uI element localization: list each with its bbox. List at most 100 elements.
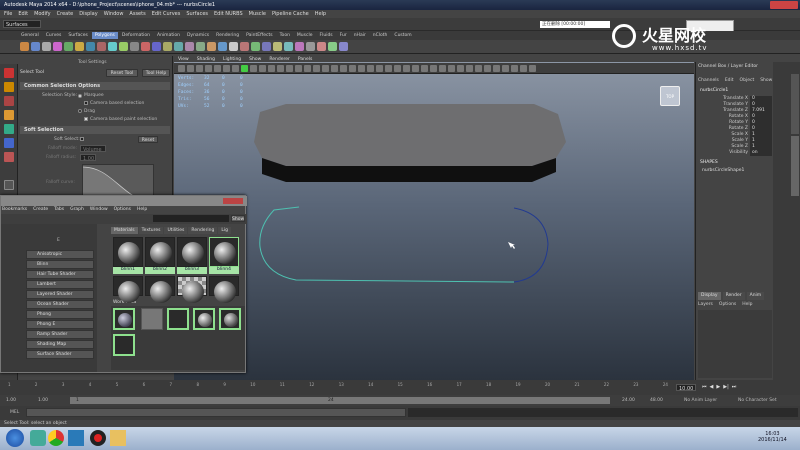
menu-file[interactable]: File [4,11,12,17]
viewport-tool-icon[interactable] [259,65,266,72]
viewport-tool-icon[interactable] [178,65,185,72]
channel-menu-edit[interactable]: Edit [725,78,734,85]
viewport-tool-icon[interactable] [295,65,302,72]
menu-create[interactable]: Create [57,11,74,17]
layer-tab-display[interactable]: Display [698,292,721,300]
shelf-tool-icon[interactable] [317,42,326,51]
shelf-tool-icon[interactable] [262,42,271,51]
step-back-icon[interactable]: ◀ [710,384,714,391]
shelf-tab-custom[interactable]: Custom [391,32,414,39]
menu-display[interactable]: Display [79,11,97,17]
menu-pipeline-cache[interactable]: Pipeline Cache [272,11,309,17]
hypershade-menu-graph[interactable]: Graph [70,207,84,212]
camera-paint-checkbox[interactable] [84,117,88,121]
hypershade-menu-bookmarks[interactable]: Bookmarks [2,207,27,212]
viewport-tool-icon[interactable] [430,65,437,72]
hypershade-tab-utilities[interactable]: Utilities [164,227,188,234]
viewport-tool-icon[interactable] [376,65,383,72]
viewport-tool-icon[interactable] [520,65,527,72]
camera-based-checkbox[interactable] [84,101,88,105]
shelf-tab-surfaces[interactable]: Surfaces [65,32,91,39]
layer-menu-options[interactable]: Options [719,302,736,309]
hypershade-menu-options[interactable]: Options [114,207,131,212]
shelf-tool-icon[interactable] [229,42,238,51]
shelf-tool-icon[interactable] [141,42,150,51]
viewport-tool-icon[interactable] [187,65,194,72]
viewport-tool-icon[interactable] [385,65,392,72]
create-list-item[interactable]: Blinn [26,260,94,269]
viewport-tool-icon[interactable] [358,65,365,72]
maya-taskbar-icon[interactable] [68,430,84,446]
viewport-tool-icon[interactable] [331,65,338,72]
hypershade-tab-textures[interactable]: Textures [138,227,164,234]
create-list-item[interactable]: Hair Tube Shader [26,270,94,279]
create-list-item[interactable]: Surface Shader [26,350,94,359]
common-selection-header[interactable]: Common Selection Options [20,82,170,90]
character-set-select[interactable]: No Character Set [738,398,777,403]
viewport-tool-icon[interactable] [367,65,374,72]
channel-value[interactable]: on [750,150,772,156]
attribute-editor-tab[interactable] [791,74,799,134]
shelf-tool-icon[interactable] [75,42,84,51]
viewport-tool-icon[interactable] [313,65,320,72]
anim-layer-select[interactable]: No Anim Layer [684,398,717,403]
viewport-tool-icon[interactable] [322,65,329,72]
shelf-tool-icon[interactable] [64,42,73,51]
shelf-tool-icon[interactable] [306,42,315,51]
viewport-tool-icon[interactable] [511,65,518,72]
shape-name[interactable]: nurbsCircleShape1 [702,168,744,173]
layer-menu-layers[interactable]: Layers [698,302,713,309]
shelf-tool-icon[interactable] [339,42,348,51]
drag-radio[interactable] [78,109,82,113]
menu-edit-nurbs[interactable]: Edit NURBS [214,11,243,17]
viewport-tool-icon[interactable] [403,65,410,72]
shelf-tool-icon[interactable] [152,42,161,51]
viewport-tool-icon[interactable] [340,65,347,72]
shelf-tab-deformation[interactable]: Deformation [119,32,153,39]
shelf-tool-icon[interactable] [108,42,117,51]
hypershade-menu-tabs[interactable]: Tabs [54,207,64,212]
work-node-3[interactable] [167,308,189,330]
material-swatch[interactable] [145,237,175,267]
viewport-tool-icon[interactable] [529,65,536,72]
shelf-tab-curves[interactable]: Curves [43,32,65,39]
channel-box-tab[interactable] [791,136,799,196]
hypershade-search[interactable] [153,215,229,222]
menu-modify[interactable]: Modify [34,11,51,17]
viewport-tool-icon[interactable] [205,65,212,72]
viewport-tool-icon[interactable] [286,65,293,72]
create-list-item[interactable]: Anisotropic [26,250,94,259]
scale-tool-icon[interactable] [4,138,14,148]
go-start-icon[interactable]: ⏮ [702,384,707,391]
shelf-tab-muscle[interactable]: Muscle [294,32,316,39]
shelf-tab-general[interactable]: General [18,32,42,39]
shelf-tool-icon[interactable] [163,42,172,51]
range-bar[interactable]: 1 24 [70,397,610,404]
explorer-icon[interactable] [110,430,126,446]
shelf-tab-polygons[interactable]: Polygons [91,32,118,39]
shelf-tool-icon[interactable] [20,42,29,51]
viewport-tool-icon[interactable] [214,65,221,72]
material-swatch[interactable] [209,237,239,267]
work-node-4[interactable] [193,308,215,330]
shelf-tab-dynamics[interactable]: Dynamics [184,32,212,39]
shelf-tab-ncloth[interactable]: nCloth [370,32,391,39]
layer-menu-help[interactable]: Help [742,302,752,309]
viewport-tool-icon[interactable] [349,65,356,72]
viewport-tool-icon[interactable] [484,65,491,72]
viewport-tool-icon[interactable] [466,65,473,72]
falloff-mode-select[interactable]: Volume [80,145,106,153]
shelf-tool-icon[interactable] [42,42,51,51]
shelf-tool-icon[interactable] [328,42,337,51]
viewport-tool-icon[interactable] [421,65,428,72]
viewport-tool-icon[interactable] [394,65,401,72]
channel-menu-channels[interactable]: Channels [698,78,719,85]
viewport-tool-icon[interactable] [457,65,464,72]
viewport-tool-icon[interactable] [493,65,500,72]
shelf-tool-icon[interactable] [295,42,304,51]
viewport-tool-icon[interactable] [268,65,275,72]
channel-menu-show[interactable]: Show [760,78,772,85]
shelf-tool-icon[interactable] [218,42,227,51]
hypershade-menu-create[interactable]: Create [33,207,48,212]
work-node-1[interactable] [113,308,135,330]
